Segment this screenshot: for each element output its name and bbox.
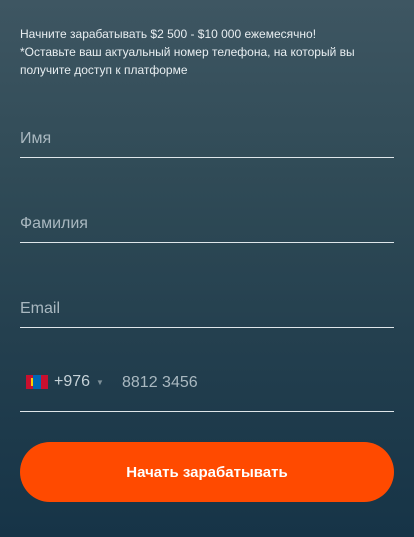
country-dial-code: +976 bbox=[54, 373, 91, 390]
phone-input[interactable] bbox=[120, 365, 394, 401]
mongolia-flag-icon bbox=[26, 375, 48, 389]
intro-text: Начните зарабатывать $2 500 - $10 000 еж… bbox=[20, 25, 394, 79]
last-name-input[interactable] bbox=[20, 206, 394, 242]
last-name-field-wrap bbox=[20, 206, 394, 243]
country-code-select[interactable]: +976 ▼ bbox=[26, 365, 104, 399]
phone-field: +976 ▼ bbox=[20, 365, 394, 412]
intro-note: *Оставьте ваш актуальный номер телефона,… bbox=[20, 45, 355, 77]
caret-down-icon: ▼ bbox=[96, 377, 104, 387]
intro-headline: Начните зарабатывать $2 500 - $10 000 еж… bbox=[20, 27, 317, 41]
first-name-field-wrap bbox=[20, 121, 394, 158]
first-name-input[interactable] bbox=[20, 121, 394, 157]
email-input[interactable] bbox=[20, 291, 394, 327]
start-earning-button[interactable]: Начать зарабатывать bbox=[20, 442, 394, 502]
email-field-wrap bbox=[20, 291, 394, 328]
